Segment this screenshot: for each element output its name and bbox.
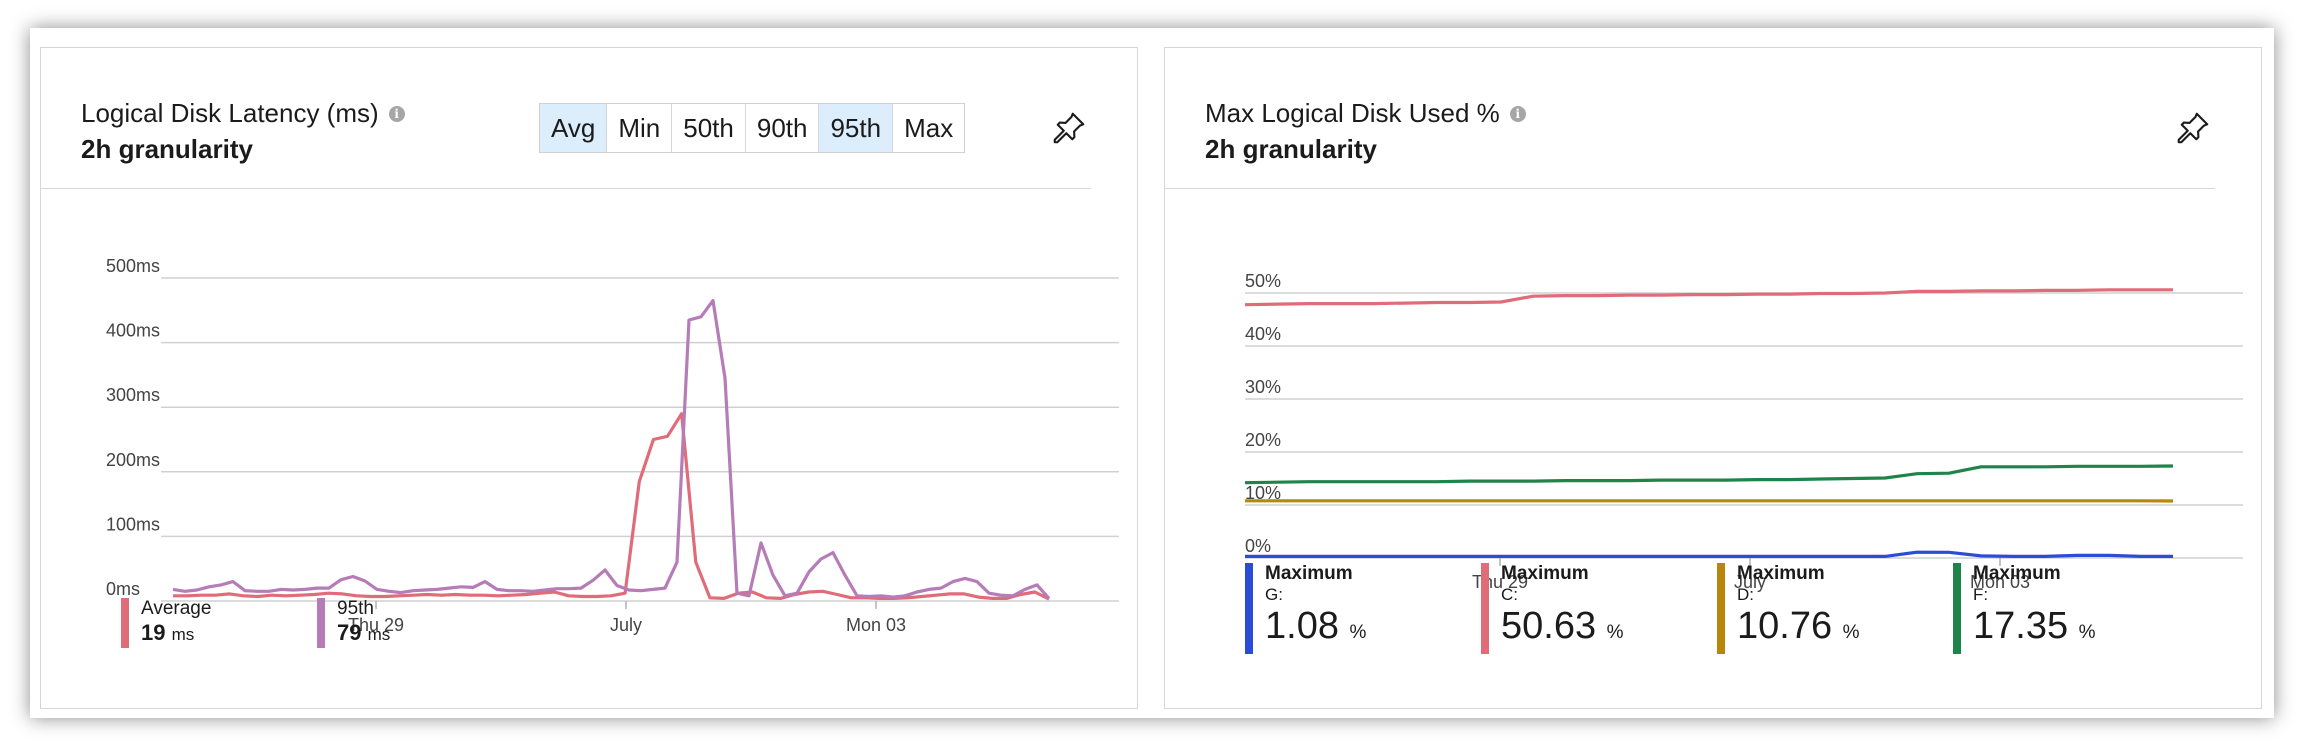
disk-used-chart: 0%10%20%30%40%50%Thu 29 July Mon 03 [1244,271,2243,592]
legend-color-swatch [1245,563,1253,654]
aggregation-95th-button[interactable]: 95th [819,104,894,152]
x-tick-label: July [610,615,642,635]
y-tick-label: 40% [1245,324,1281,344]
y-tick-label: 400ms [106,321,160,341]
x-tick-label: Mon 03 [846,615,906,635]
card-subtitle: 2h granularity [81,134,253,164]
aggregation-avg-button[interactable]: Avg [540,104,608,152]
legend-color-swatch [1481,563,1489,654]
info-icon[interactable]: i [1509,105,1526,122]
legend-value: 17.35 % [1973,605,2096,647]
y-tick-label: 100ms [106,514,160,534]
y-tick-label: 0ms [106,579,140,599]
card-title: Max Logical Disk Used % i [1205,98,1526,129]
pin-icon[interactable] [2175,110,2211,146]
card-subtitle: 2h granularity [1205,134,1377,164]
series-line-f [1244,464,2174,485]
y-tick-label: 0% [1245,536,1271,556]
legend-drive: G: [1265,585,1283,604]
y-tick-label: 50% [1245,271,1281,291]
legend-color-swatch [1717,563,1725,654]
legend-value: 1.08 % [1265,605,1367,647]
legend-value: 50.63 % [1501,605,1624,647]
card-title-text: Logical Disk Latency (ms) [81,98,379,128]
y-tick-label: 300ms [106,385,160,405]
legend-color-swatch [121,598,129,648]
series-line-g [1245,550,2173,558]
legend-item-d[interactable]: Maximum D: 10.76 % [1717,563,1860,654]
legend-item-g[interactable]: Maximum G: 1.08 % [1245,563,1366,654]
max-logical-disk-used-card: Max Logical Disk Used % i 2h granularity… [1164,47,2262,709]
series-line-average [173,412,1050,601]
legend-item-c[interactable]: Maximum C: 50.63 % [1481,563,1624,654]
legend-drive: C: [1501,585,1518,604]
legend-label: 95th [337,598,374,619]
legend-item-95th[interactable]: 95th 79 ms [317,598,390,648]
y-tick-label: 20% [1245,430,1281,450]
legend-value: 19 ms [141,620,195,645]
aggregation-90th-button[interactable]: 90th [745,104,820,152]
legend-value: 79 ms [337,620,391,645]
legend-label: Average [141,598,212,619]
legend-label: Maximum [1265,563,1353,584]
card-title-text: Max Logical Disk Used % [1205,98,1500,128]
card-title: Logical Disk Latency (ms) i [81,98,405,129]
aggregation-max-button[interactable]: Max [893,104,965,152]
legend-item-average[interactable]: Average 19 ms [121,598,211,648]
y-tick-label: 200ms [106,450,160,470]
y-tick-label: 500ms [106,256,160,276]
info-icon[interactable]: i [388,105,405,122]
series-line-95th [172,298,1051,600]
legend-label: Maximum [1737,563,1825,584]
legend-label: Maximum [1973,563,2061,584]
pin-icon[interactable] [1051,110,1087,146]
y-tick-label: 30% [1245,377,1281,397]
legend-item-f[interactable]: Maximum F: 17.35 % [1953,563,2096,654]
aggregation-toggle-group: Avg Min 50th 90th 95th Max [539,103,966,153]
aggregation-min-button[interactable]: Min [607,104,673,152]
logical-disk-latency-card: Logical Disk Latency (ms) i 2h granulari… [40,47,1138,709]
series-line-c [1244,288,2173,307]
card-header-divider [1165,188,2215,189]
aggregation-50th-button[interactable]: 50th [672,104,746,152]
legend-color-swatch [1953,563,1961,654]
legend-label: Maximum [1501,563,1589,584]
card-header-divider [41,188,1091,189]
latency-chart: 0ms100ms200ms300ms400ms500msThu 29 July Mo… [106,256,1119,635]
legend-drive: D: [1737,585,1754,604]
legend-color-swatch [317,598,325,648]
legend-drive: F: [1973,585,1989,604]
legend-value: 10.76 % [1737,605,1860,647]
